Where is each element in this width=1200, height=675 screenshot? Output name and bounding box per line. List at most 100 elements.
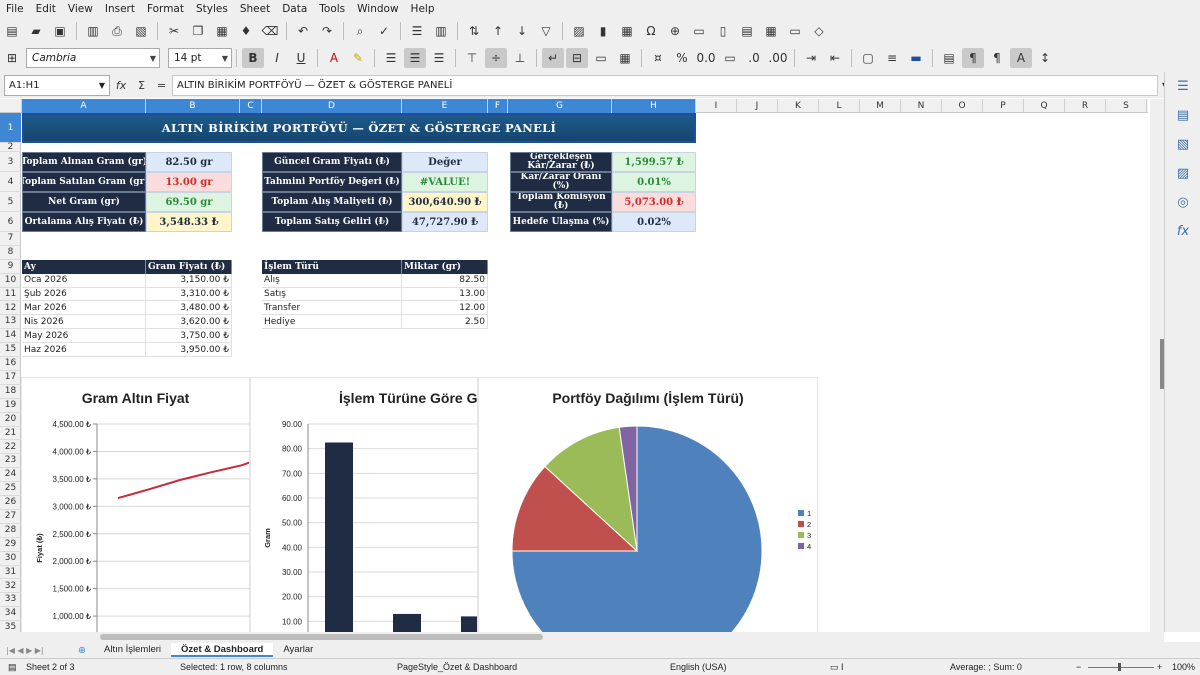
row-header[interactable]: 20 xyxy=(0,413,21,427)
row-header[interactable]: 13 xyxy=(0,315,21,330)
row-header[interactable]: 32 xyxy=(0,580,21,594)
table-cell[interactable]: 82.50 xyxy=(402,273,488,288)
summary-value[interactable]: 69.50 gr xyxy=(146,192,232,212)
gallery-icon[interactable]: ▨ xyxy=(1165,159,1200,188)
table-header[interactable]: İşlem Türü xyxy=(262,259,402,274)
formula-input[interactable]: ALTIN BİRİKİM PORTFÖYÜ — ÖZET & GÖSTERGE… xyxy=(172,74,1158,96)
tab-ozet-dashboard[interactable]: Özet & Dashboard xyxy=(171,643,274,657)
column-header[interactable]: P xyxy=(983,99,1024,113)
row-header[interactable]: 15 xyxy=(0,343,21,358)
align-right-icon[interactable]: ☰ xyxy=(428,48,450,68)
align-top-icon[interactable]: ⊤ xyxy=(461,48,483,68)
show-draw-functions-icon[interactable]: ◇ xyxy=(808,21,830,41)
row-header[interactable]: 19 xyxy=(0,399,21,413)
row-header[interactable]: 34 xyxy=(0,607,21,622)
row-header[interactable]: 7 xyxy=(0,232,21,246)
selection-mode-icon[interactable]: ▭ I xyxy=(830,662,844,673)
table-cell[interactable]: Alış xyxy=(262,273,402,288)
export-pdf-icon[interactable]: ▥ xyxy=(82,21,104,41)
summary-value[interactable]: 47,727.90 ₺ xyxy=(402,212,488,232)
row-header[interactable]: 3 xyxy=(0,152,21,172)
summary-label[interactable]: Tahmini Portföy Değeri (₺) xyxy=(262,172,402,192)
define-print-area-icon[interactable]: ▤ xyxy=(736,21,758,41)
row-header[interactable]: 8 xyxy=(0,246,21,260)
menu-item-tools[interactable]: Tools xyxy=(313,3,351,15)
table-header[interactable]: Gram Fiyatı (₺) xyxy=(146,259,232,274)
table-cell[interactable]: 3,620.00 ₺ xyxy=(146,315,232,330)
zoom-slider[interactable] xyxy=(1088,667,1154,668)
row-header[interactable]: 16 xyxy=(0,357,21,371)
undo-icon[interactable]: ↶ xyxy=(292,21,314,41)
tab-altin-islemleri[interactable]: Altın İşlemleri xyxy=(94,643,171,657)
row-header[interactable]: 30 xyxy=(0,552,21,566)
new-document-icon[interactable]: ▤ xyxy=(1,21,23,41)
row-header[interactable]: 17 xyxy=(0,371,21,385)
summary-label[interactable]: Gerçekleşen Kâr/Zarar (₺) xyxy=(510,152,612,172)
row-header[interactable]: 23 xyxy=(0,454,21,469)
row-header[interactable]: 25 xyxy=(0,482,21,497)
row-icon[interactable]: ☰ xyxy=(406,21,428,41)
table-cell[interactable]: 2.50 xyxy=(402,315,488,330)
align-middle-icon[interactable]: ÷ xyxy=(485,48,507,68)
row-header[interactable]: 10 xyxy=(0,274,21,288)
row-header[interactable]: 26 xyxy=(0,496,21,510)
row-header[interactable]: 12 xyxy=(0,302,21,316)
row-header[interactable]: 2 xyxy=(0,143,21,152)
table-cell[interactable]: Oca 2026 xyxy=(22,273,146,288)
comment-icon[interactable]: ▭ xyxy=(688,21,710,41)
unmerge-cells-icon[interactable]: ▦ xyxy=(614,48,636,68)
row-header[interactable]: 11 xyxy=(0,288,21,302)
column-header[interactable]: F xyxy=(488,99,508,113)
borders-icon[interactable]: ▢ xyxy=(857,48,879,68)
number-format-icon[interactable]: 0.0 xyxy=(695,48,717,68)
column-header[interactable]: N xyxy=(901,99,942,113)
sum-icon[interactable]: Σ xyxy=(138,79,145,92)
percent-format-icon[interactable]: % xyxy=(671,48,693,68)
font-color-icon[interactable]: A xyxy=(323,48,345,68)
row-header[interactable]: 14 xyxy=(0,329,21,344)
delete-decimal-icon[interactable]: .00 xyxy=(767,48,789,68)
column-header[interactable]: R xyxy=(1065,99,1106,113)
merge-cells-icon[interactable]: ▭ xyxy=(590,48,612,68)
table-cell[interactable]: 12.00 xyxy=(402,301,488,316)
summary-label[interactable]: Toplam Alış Maliyeti (₺) xyxy=(262,192,402,212)
spellcheck-icon[interactable]: ✓ xyxy=(373,21,395,41)
row-header[interactable]: 22 xyxy=(0,441,21,455)
border-style-icon[interactable]: ≡ xyxy=(881,48,903,68)
column-header[interactable]: H xyxy=(612,99,696,113)
row-header[interactable]: 9 xyxy=(0,260,21,274)
function-wizard-icon[interactable]: fx xyxy=(116,79,126,92)
row-header[interactable]: 31 xyxy=(0,566,21,580)
menu-item-insert[interactable]: Insert xyxy=(99,3,141,15)
align-left-icon[interactable]: ☰ xyxy=(380,48,402,68)
column-header[interactable]: M xyxy=(860,99,901,113)
zoom-slider-thumb[interactable] xyxy=(1118,663,1121,671)
table-cell[interactable]: Satış xyxy=(262,287,402,302)
right-to-left-icon[interactable]: ¶ xyxy=(986,48,1008,68)
table-header[interactable]: Miktar (gr) xyxy=(402,259,488,274)
table-cell[interactable]: May 2026 xyxy=(22,329,146,344)
column-header[interactable]: I xyxy=(696,99,737,113)
column-header[interactable]: G xyxy=(508,99,612,113)
row-header[interactable]: 6 xyxy=(0,212,21,232)
sort-ascending-icon[interactable]: ↑ xyxy=(487,21,509,41)
summary-label[interactable]: Toplam Alınan Gram (gr) xyxy=(22,152,146,172)
menu-item-format[interactable]: Format xyxy=(141,3,190,15)
redo-icon[interactable]: ↷ xyxy=(316,21,338,41)
table-cell[interactable]: Hediye xyxy=(262,315,402,330)
column-header[interactable]: J xyxy=(737,99,778,113)
border-color-icon[interactable]: ▬ xyxy=(905,48,927,68)
summary-value[interactable]: 5,073.00 ₺ xyxy=(612,192,696,212)
row-header[interactable]: 35 xyxy=(0,621,21,632)
menu-item-edit[interactable]: Edit xyxy=(30,3,62,15)
sort-icon[interactable]: ⇅ xyxy=(463,21,485,41)
row-header[interactable]: 33 xyxy=(0,593,21,608)
align-center-icon[interactable]: ☰ xyxy=(404,48,426,68)
summary-label[interactable]: Hedefe Ulaşma (%) xyxy=(510,212,612,232)
font-size-combo[interactable]: 14 pt ▼ xyxy=(168,48,232,68)
column-header[interactable]: D xyxy=(262,99,402,113)
align-bottom-icon[interactable]: ⊥ xyxy=(509,48,531,68)
underline-icon[interactable]: U xyxy=(290,48,312,68)
table-cell[interactable]: 3,480.00 ₺ xyxy=(146,301,232,316)
spreadsheet-grid[interactable]: ABCDEFGHIJKLMNOPQRST 1234567891011121314… xyxy=(0,99,1148,632)
